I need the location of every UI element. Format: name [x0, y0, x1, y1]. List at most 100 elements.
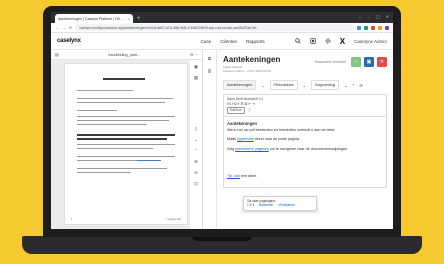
page-links[interactable]: 1 2 3	[247, 203, 254, 207]
pdf-text-line	[77, 134, 175, 136]
pdf-toolbar: ▤ handleiding_parti... ⊖ ⋯	[51, 50, 202, 60]
forward-icon[interactable]: →	[62, 25, 66, 30]
pdf-footer: 1 1 pagina 200	[65, 218, 187, 221]
add-icon[interactable]: +	[352, 83, 354, 87]
text-span: een tabel.	[239, 173, 258, 178]
pdf-text-line	[77, 168, 167, 170]
user-menu[interactable]: Caselynx Admin	[354, 39, 387, 44]
arrow-up-icon[interactable]: ⌃	[194, 148, 198, 154]
more-icon[interactable]: ⋯	[193, 52, 198, 57]
extension-icon[interactable]	[371, 25, 375, 30]
browser-tab[interactable]: Aantekeningen | Caselyn Platform | Dit .…	[55, 14, 133, 23]
copy-icon[interactable]: ⧉	[208, 56, 211, 61]
nav-item-case[interactable]: Case	[200, 39, 211, 44]
main-nav: Case Cliënten Rapports	[200, 39, 264, 44]
browser-url-bar: ← → ⟳ caselynx.tool/app/caselynx.app/aan…	[51, 23, 393, 33]
chevron-down-icon[interactable]: ⌄	[194, 137, 198, 143]
pdf-text-line	[77, 160, 137, 162]
edit-box-button[interactable]: Edit box	[227, 107, 245, 114]
pages-icon[interactable]: ▦	[194, 75, 198, 81]
tab-plekvakkies[interactable]: Plekvakkies	[269, 80, 298, 90]
extension-icon[interactable]	[385, 25, 389, 30]
nav-item-reports[interactable]: Rapports	[246, 39, 265, 44]
page-indicator: ▯	[194, 126, 198, 131]
content-paragraph: Tip: ook een tabel.	[227, 174, 383, 179]
editor-content[interactable]: Aantekeningen Werk met uw pdf bestanden …	[224, 117, 386, 187]
text-span: direct naar de juiste pagina.	[253, 137, 300, 142]
text-span: om te navigeren naar de documentverwijzi…	[268, 146, 349, 151]
pdf-text-line	[77, 172, 131, 174]
back-icon[interactable]: ←	[55, 25, 59, 30]
pdf-text-line	[77, 110, 117, 112]
zoom-in-icon[interactable]: ⊕	[194, 159, 198, 165]
window-controls: ⌄ – ▢ ✕	[358, 14, 389, 19]
pdf-page: 1 1 pagina 200	[65, 64, 187, 224]
pdf-text-line	[77, 138, 167, 140]
close-icon[interactable]: ×	[128, 17, 130, 21]
remove-link-button[interactable]: Verwijderen	[278, 203, 295, 207]
notes-panel: Aantekeningen Laatst bewerkt Caselynx Ad…	[217, 50, 393, 229]
new-tab-icon[interactable]: +	[137, 16, 141, 22]
rich-text-editor[interactable]: Sans Serif Normal B I U H1 H2 ≡ ☰ ⊞ ⇤ ⇥ …	[223, 94, 387, 189]
delete-icon[interactable]: ✕	[377, 57, 387, 67]
search-icon[interactable]	[294, 38, 301, 44]
text-span: Volg	[227, 146, 236, 151]
chevron-down-icon[interactable]: ⌄	[261, 83, 264, 88]
meta-value: Caselynx Admin · 24-07-2023 08:29	[223, 69, 271, 73]
thumbnail-icon[interactable]: ▣	[194, 64, 198, 70]
brand-x-icon: X	[339, 36, 346, 46]
content-paragraph: Werk met uw pdf bestanden en teksteditor…	[227, 128, 336, 133]
refresh-icon[interactable]: ⟳	[359, 83, 362, 88]
content-paragraph: Maak hyperlinks direct naar de juiste pa…	[227, 137, 383, 142]
hyperlink[interactable]: interactieve pagina's	[235, 147, 269, 151]
laptop-bezel: Aantekeningen | Caselyn Platform | Dit .…	[43, 6, 401, 237]
extension-icon[interactable]	[357, 25, 361, 30]
notes-sidebar: ⧉ ≣	[203, 50, 217, 229]
editor-toolbar: Sans Serif Normal B I U H1 H2 ≡ ☰ ⊞ ⇤ ⇥ …	[224, 95, 386, 117]
page-total: 1 pagina 200	[165, 218, 181, 221]
app-header: caselynx Case Cliënten Rapports X Casely…	[51, 33, 393, 50]
popover-actions: 1 2 3 Bewerken Verwijderen	[247, 203, 313, 207]
laptop-base	[22, 236, 422, 254]
workspace: ▤ handleiding_parti... ⊖ ⋯ 1 1 pagina 20…	[51, 50, 393, 229]
reload-icon[interactable]: ⟳	[69, 25, 72, 30]
browser-tab-strip: Aantekeningen | Caselyn Platform | Dit .…	[51, 12, 393, 23]
help-icon[interactable]: ⓘ	[248, 108, 251, 112]
hyperlink[interactable]: hyperlinks	[237, 137, 254, 141]
tab-dagvoeding[interactable]: Dagvoeding	[310, 80, 340, 90]
pdf-viewer: ▤ handleiding_parti... ⊖ ⋯ 1 1 pagina 20…	[51, 50, 203, 229]
chevron-down-icon[interactable]: ⌄	[358, 14, 361, 19]
zoom-out-icon[interactable]: ⊖	[194, 170, 198, 176]
nav-item-clients[interactable]: Cliënten	[220, 39, 237, 44]
hyperlink[interactable]: Tip: ook	[227, 174, 240, 178]
tab-aantekeningen[interactable]: Aantekeningen	[223, 80, 257, 90]
extension-icon[interactable]	[378, 25, 382, 30]
save-icon[interactable]: ▣	[364, 57, 374, 67]
chevron-down-icon[interactable]: ⌄	[344, 83, 347, 88]
app-logo[interactable]: caselynx	[57, 38, 81, 44]
notes-actions: Document verwerkt ✓ ▣ ✕	[315, 57, 387, 67]
close-window-icon[interactable]: ✕	[386, 14, 389, 19]
list-icon[interactable]: ≣	[208, 69, 212, 75]
maximize-icon[interactable]: ▢	[376, 14, 380, 19]
text-span: Maak	[227, 137, 238, 142]
pdf-text-line	[77, 120, 169, 122]
pdf-side-toolbar: ▣ ▦ ▯ ⌄ ⌃ ⊕ ⊖ ⊡	[190, 60, 202, 229]
minimize-icon[interactable]: –	[368, 14, 370, 19]
content-heading: Aantekeningen	[227, 121, 258, 126]
gear-icon[interactable]	[325, 38, 331, 44]
grid-icon[interactable]	[309, 38, 316, 44]
pdf-title: handleiding_parti...	[108, 52, 141, 57]
pdf-text-line	[77, 156, 175, 158]
extension-icon[interactable]	[364, 25, 368, 30]
pdf-text-line	[77, 90, 133, 92]
pdf-text-line	[77, 116, 175, 118]
address-input[interactable]: caselynx.tool/app/caselynx.app/aantekeni…	[75, 24, 354, 31]
fit-icon[interactable]: ⊡	[194, 181, 198, 187]
chevron-down-icon[interactable]: ⌄	[303, 83, 306, 88]
pdf-text-line	[77, 144, 175, 146]
pdf-text-line	[77, 124, 147, 126]
pdf-link-line[interactable]	[137, 160, 161, 162]
check-icon[interactable]: ✓	[351, 57, 361, 67]
edit-link-button[interactable]: Bewerken	[259, 203, 273, 207]
